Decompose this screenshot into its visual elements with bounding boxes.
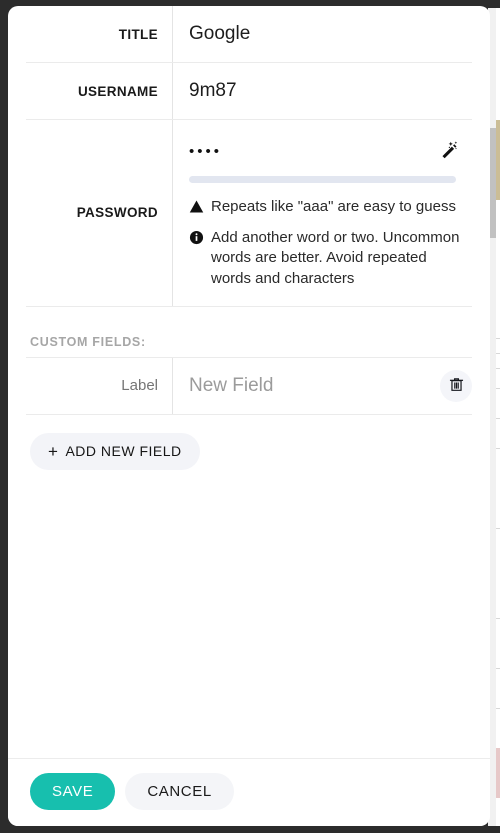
window-frame: TITLE Google USERNAME 9m87 PASSWORD •••• [0,0,500,833]
delete-custom-field-button[interactable] [440,369,472,402]
custom-fields-section-label: CUSTOM FIELDS: [30,334,146,349]
username-field-value-cell[interactable]: 9m87 [172,63,472,119]
plus-icon: + [48,441,59,461]
custom-field-row[interactable] [26,357,472,415]
custom-field-value-cell[interactable] [172,357,478,414]
field-row-username[interactable]: USERNAME 9m87 [26,63,472,120]
field-row-password[interactable]: PASSWORD •••• Repeats like "aaa" are eas… [26,120,472,307]
trash-icon [448,376,465,396]
add-new-field-label: ADD NEW FIELD [65,443,182,460]
password-block: •••• Repeats like "aaa" are easy to gues… [172,120,472,306]
custom-field-label-input[interactable] [26,377,158,395]
password-masked-value[interactable]: •••• [189,142,222,159]
field-row-title[interactable]: TITLE Google [26,6,472,63]
title-field-value: Google [189,22,251,44]
password-hint-warning-text: Repeats like "aaa" are easy to guess [211,198,456,215]
password-hint-info: Add another word or two. Uncommon words … [189,228,462,290]
password-strength-bar [189,176,456,183]
cancel-button[interactable]: CANCEL [125,773,234,810]
magic-wand-icon[interactable] [434,136,462,164]
title-field-value-cell[interactable]: Google [172,6,472,62]
password-input-row[interactable]: •••• [189,130,462,170]
password-hint-warning: Repeats like "aaa" are easy to guess [189,197,462,218]
username-field-label: USERNAME [77,83,158,99]
title-field-label: TITLE [118,26,158,42]
add-new-field-button[interactable]: + ADD NEW FIELD [30,432,200,470]
password-field-label: PASSWORD [76,205,158,221]
entry-form: TITLE Google USERNAME 9m87 PASSWORD •••• [8,6,490,758]
edit-entry-dialog: TITLE Google USERNAME 9m87 PASSWORD •••• [8,6,490,826]
info-circle-icon [189,230,204,248]
dialog-footer: SAVE CANCEL [8,758,490,826]
save-button[interactable]: SAVE [30,773,116,810]
warning-triangle-icon [189,199,204,217]
custom-field-value-input[interactable] [189,374,434,397]
username-field-value: 9m87 [189,79,237,101]
password-hint-info-text: Add another word or two. Uncommon words … [211,228,460,288]
custom-field-label-cell[interactable] [26,358,172,414]
